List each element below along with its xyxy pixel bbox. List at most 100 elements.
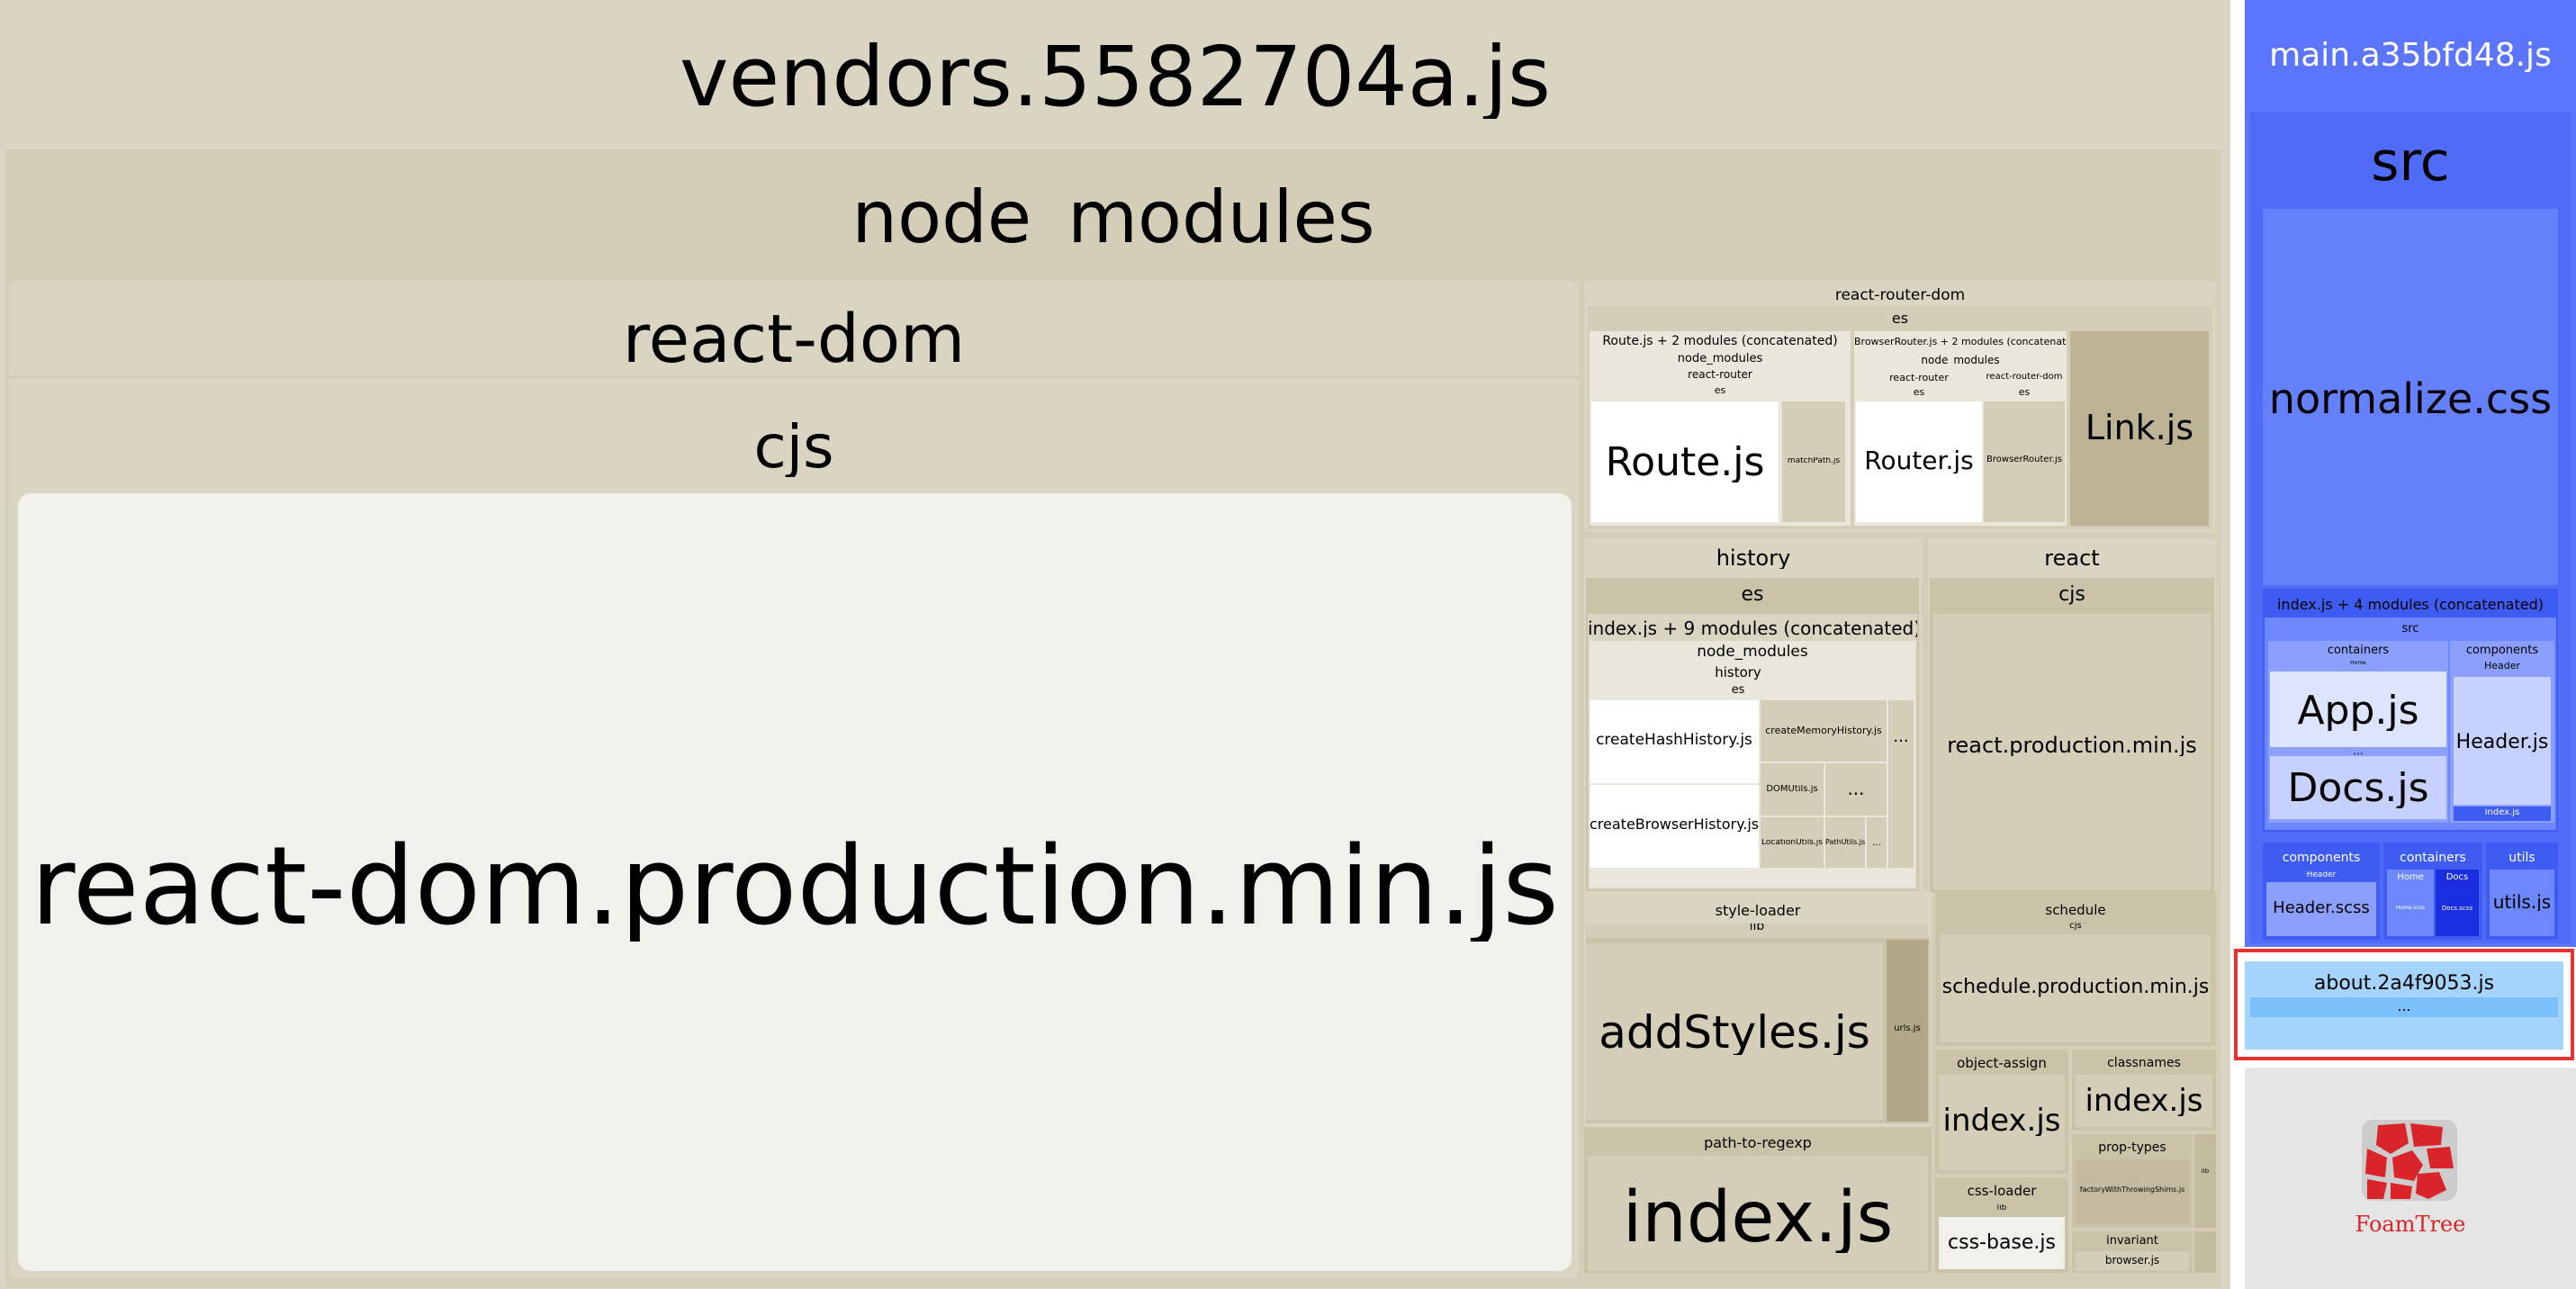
react-dom-cjs-label: cjs	[753, 418, 834, 477]
concat-components[interactable]: components Header Header.js index.js	[2450, 641, 2554, 823]
bottom-components[interactable]: components Header Header.scss	[2263, 843, 2380, 940]
css-loader-group[interactable]: css-loader lib css-base.js	[1935, 1177, 2068, 1273]
node-modules-group[interactable]: node_modules react-dom cjs react-dom.pro…	[5, 149, 2221, 1287]
urls-js[interactable]: urls.js	[1887, 940, 1928, 1122]
react-group[interactable]: react cjs react.production.min.js	[1928, 538, 2216, 897]
create-memory-history-js[interactable]: createMemoryHistory.js	[1761, 700, 1887, 762]
history-concat-group[interactable]: index.js + 9 modules (concatenated) node…	[1588, 614, 1917, 889]
history-node-modules[interactable]: node_modules history es createHashHistor…	[1590, 641, 1915, 888]
history-history-label: history	[1715, 666, 1761, 680]
browser-router-concat-group[interactable]: BrowserRouter.js + 2 modules (concatenat…	[1854, 331, 2067, 526]
history-es[interactable]: es index.js + 9 modules (concatenated) n…	[1586, 578, 1919, 893]
docs-js-label: Docs.js	[2287, 769, 2429, 808]
concat-index-js[interactable]: index.js	[2454, 807, 2551, 821]
create-hash-history-js[interactable]: createHashHistory.js	[1590, 700, 1759, 783]
react-cjs[interactable]: cjs react.production.min.js	[1930, 578, 2214, 893]
main-src[interactable]: src normalize.css index.js + 4 modules (…	[2250, 112, 2571, 943]
header-js[interactable]: Header.js	[2454, 677, 2551, 805]
main-concat-src[interactable]: src containers Home App.js ... Docs.js c…	[2265, 617, 2556, 830]
css-base-js[interactable]: css-base.js	[1939, 1217, 2065, 1269]
browser-router-js[interactable]: BrowserRouter.js	[1984, 401, 2065, 522]
history-more-2-label: ...	[1872, 839, 1881, 848]
router-js[interactable]: Router.js	[1856, 401, 1982, 522]
browser-router-js-label: BrowserRouter.js	[1986, 455, 2062, 464]
react-label: react	[2044, 547, 2100, 569]
browser-router-es-label: es	[1913, 387, 1925, 397]
object-assign-index-js-label: index.js	[1942, 1105, 2061, 1136]
history-more-1[interactable]: ...	[1825, 763, 1887, 816]
concat-containers[interactable]: containers Home App.js ... Docs.js	[2268, 641, 2448, 823]
object-assign-label: object-assign	[1957, 1057, 2047, 1070]
bottom-containers[interactable]: containers Home Home.scss Docs Docs.scss	[2383, 843, 2482, 940]
create-browser-history-js[interactable]: createBrowserHistory.js	[1590, 785, 1759, 868]
schedule-production-min-js[interactable]: schedule.production.min.js	[1941, 934, 2211, 1042]
bottom-utils-label: utils	[2508, 852, 2535, 864]
invariant-group[interactable]: invariant browser.js	[2072, 1231, 2193, 1273]
bottom-utils[interactable]: utils utils.js	[2486, 843, 2558, 940]
classnames-group[interactable]: classnames index.js	[2072, 1050, 2216, 1131]
utils-js[interactable]: utils.js	[2490, 870, 2554, 936]
bottom-home[interactable]: Home Home.scss	[2387, 870, 2434, 936]
factory-with-throwing-shims-js[interactable]: factoryWithThrowingShims.js	[2076, 1159, 2189, 1224]
bottom-containers-label: containers	[2400, 852, 2466, 864]
classnames-index-js[interactable]: index.js	[2076, 1075, 2212, 1127]
css-loader-lib-label: lib	[1996, 1204, 2007, 1212]
prop-types-lib[interactable]: lib	[2194, 1134, 2216, 1228]
schedule-group[interactable]: schedule cjs schedule.production.min.js	[1935, 891, 2216, 1046]
prop-types-lib-label: lib	[2201, 1168, 2210, 1175]
main-concat-src-label: src	[2401, 623, 2419, 635]
react-dom-group[interactable]: react-dom cjs react-dom.production.min.j…	[9, 281, 1579, 1278]
route-js[interactable]: Route.js	[1591, 401, 1779, 522]
foamtree-logo-area: FoamTree	[2245, 1068, 2576, 1289]
app-js[interactable]: App.js	[2270, 672, 2446, 747]
main-concat-group[interactable]: index.js + 4 modules (concatenated) src …	[2263, 589, 2558, 832]
about-inner[interactable]: ...	[2250, 997, 2558, 1028]
react-production-min-js[interactable]: react.production.min.js	[1933, 614, 2211, 889]
concat-more-label: ...	[2353, 745, 2364, 756]
location-utils-js[interactable]: LocationUtils.js	[1761, 817, 1824, 868]
add-styles-lib-box[interactable]: addStyles.js urls.js	[1586, 938, 1930, 1123]
history-more-3[interactable]: ...	[1888, 700, 1914, 868]
bottom-header-label: Header	[2306, 871, 2337, 879]
header-scss[interactable]: Header.scss	[2266, 882, 2376, 936]
browser-router-es2-label: es	[2018, 387, 2031, 397]
object-assign-group[interactable]: object-assign index.js	[1935, 1050, 2068, 1174]
normalize-css[interactable]: normalize.css	[2263, 209, 2558, 585]
history-node-modules-label: node_modules	[1697, 644, 1808, 660]
path-to-regexp-group[interactable]: path-to-regexp index.js	[1584, 1127, 1932, 1273]
route-js-label: Route.js	[1605, 443, 1765, 482]
normalize-css-label: normalize.css	[2268, 378, 2553, 419]
docs-scss-label: Docs.scss	[2441, 906, 2473, 912]
about-bundle[interactable]: about.2a4f9053.js ...	[2245, 961, 2563, 1050]
router-es-left: es	[1856, 385, 1982, 400]
browser-js[interactable]: browser.js	[2076, 1251, 2189, 1271]
css-base-js-label: css-base.js	[1948, 1233, 2056, 1253]
history-group[interactable]: history es index.js + 9 modules (concate…	[1584, 538, 1923, 897]
main-bundle[interactable]: main.a35bfd48.js src normalize.css index…	[2245, 0, 2576, 947]
dom-utils-js[interactable]: DOMUtils.js	[1761, 763, 1824, 816]
object-assign-index-js[interactable]: index.js	[1939, 1075, 2065, 1170]
bottom-components-label: components	[2282, 852, 2361, 864]
add-styles-js[interactable]: addStyles.js	[1586, 943, 1883, 1120]
about-bundle-title: about.2a4f9053.js	[2313, 974, 2495, 994]
react-dom-production-min-js[interactable]: react-dom.production.min.js	[18, 493, 1572, 1271]
prop-types-group[interactable]: prop-types factoryWithThrowingShims.js	[2072, 1134, 2193, 1228]
vendors-bundle[interactable]: vendors.5582704a.js node_modules react-d…	[0, 0, 2230, 1289]
path-utils-js[interactable]: PathUtils.js	[1825, 817, 1865, 868]
link-js[interactable]: Link.js	[2070, 331, 2209, 526]
history-more-1-label: ...	[1847, 780, 1865, 798]
react-router-dom-group[interactable]: react-router-dom es Route.js + 2 modules…	[1584, 281, 2216, 533]
bottom-docs[interactable]: Docs Docs.scss	[2436, 870, 2479, 936]
concat-index-js-label: index.js	[2484, 808, 2520, 817]
match-path-js[interactable]: matchPath.js	[1782, 401, 1845, 522]
history-more-2[interactable]: ...	[1867, 817, 1887, 868]
path-to-regexp-index-js[interactable]: index.js	[1588, 1156, 1928, 1271]
route-concat-group[interactable]: Route.js + 2 modules (concatenated) node…	[1590, 331, 1851, 526]
router-es-right: es	[1984, 385, 2065, 400]
react-router-dom-es[interactable]: es Route.js + 2 modules (concatenated) n…	[1588, 306, 2212, 529]
route-node-modules-label: node_modules	[1677, 353, 1763, 365]
style-loader-label: style-loader	[1715, 904, 1801, 918]
docs-js[interactable]: Docs.js	[2270, 756, 2446, 819]
vendors-misc-tiny[interactable]	[2194, 1231, 2216, 1273]
about-bundle-selection[interactable]: about.2a4f9053.js ...	[2234, 949, 2574, 1060]
